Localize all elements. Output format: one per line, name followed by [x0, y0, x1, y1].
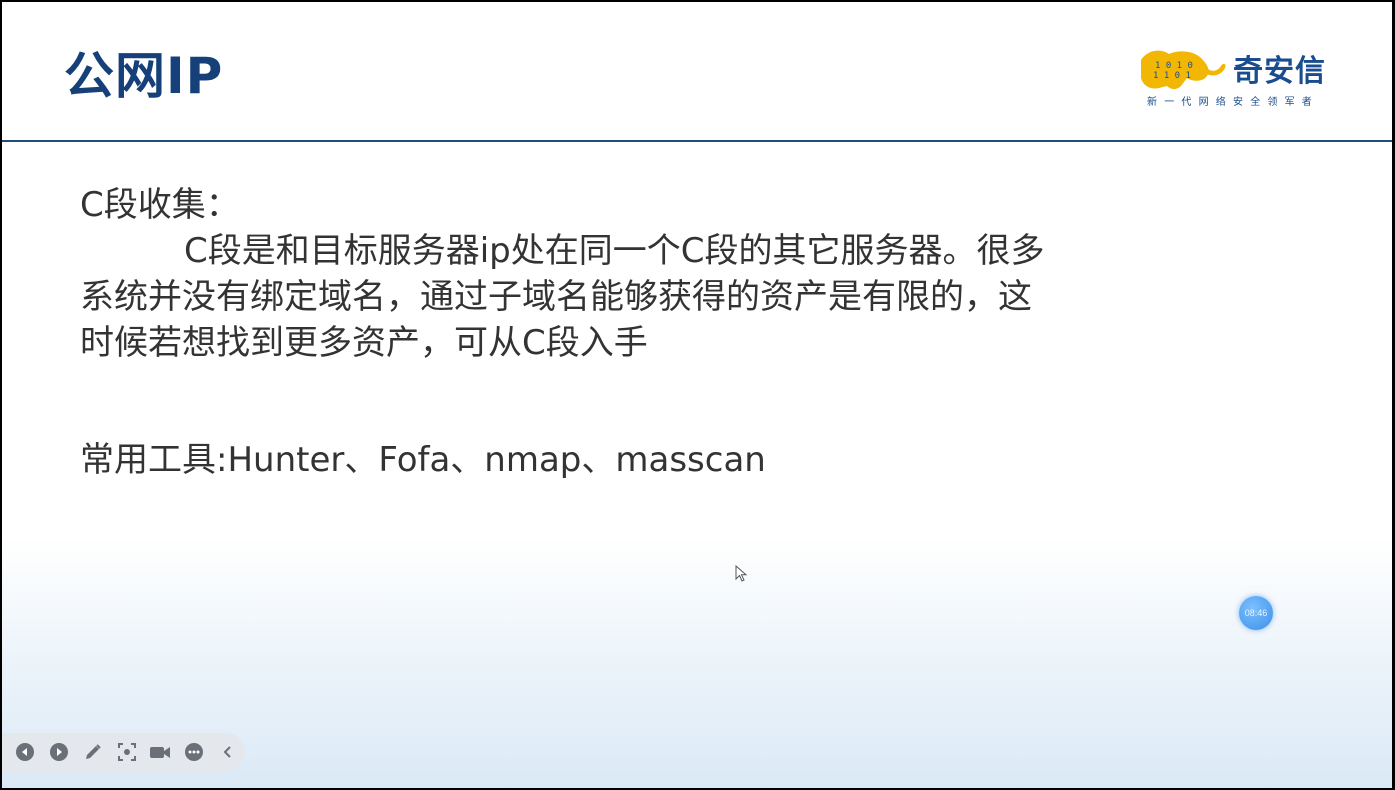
- camera-icon: [150, 747, 171, 758]
- play-icon: [49, 743, 68, 761]
- more-icon: [185, 743, 204, 761]
- paragraph-line: 时候若想找到更多资产，可从C段入手: [80, 323, 648, 363]
- svg-text:1 1 0 1: 1 1 0 1: [1153, 71, 1191, 81]
- pen-button[interactable]: [76, 735, 110, 769]
- section-heading: C段收集：: [80, 185, 240, 225]
- slide: 公网IP 1 0 1 0 1 1 0 1 奇安信 新一代网络安全领军者 C段收集…: [2, 2, 1392, 788]
- tiger-logo-icon: 1 0 1 0 1 1 0 1: [1141, 50, 1226, 89]
- screenshot-icon: [117, 743, 136, 761]
- prev-icon: [15, 743, 34, 761]
- tools-line: 常用工具:Hunter、Fofa、nmap、masscan: [80, 440, 766, 480]
- collapse-toolbar-button[interactable]: [211, 735, 245, 769]
- recording-timer[interactable]: 08:46: [1239, 596, 1273, 630]
- mouse-cursor-icon: [735, 565, 748, 582]
- paragraph-line: C段是和目标服务器ip处在同一个C段的其它服务器。很多: [184, 231, 1045, 271]
- more-button[interactable]: [177, 735, 211, 769]
- next-button[interactable]: [42, 735, 76, 769]
- prev-button[interactable]: [8, 735, 42, 769]
- slide-body: C段收集： C段是和目标服务器ip处在同一个C段的其它服务器。很多 系统并没有绑…: [80, 182, 1080, 366]
- presentation-toolbar: [2, 733, 245, 771]
- logo-slogan: 新一代网络安全领军者: [1147, 97, 1319, 108]
- chevron-left-icon: [223, 746, 231, 758]
- slide-header: 公网IP 1 0 1 0 1 1 0 1 奇安信 新一代网络安全领军者: [2, 2, 1392, 142]
- camera-button[interactable]: [143, 735, 177, 769]
- screenshot-button[interactable]: [110, 735, 144, 769]
- svg-text:1 0 1 0: 1 0 1 0: [1155, 61, 1193, 71]
- paragraph-line: 系统并没有绑定域名，通过子域名能够获得的资产是有限的，这: [80, 277, 1032, 317]
- pen-icon: [85, 744, 101, 759]
- logo-name: 奇安信: [1233, 54, 1326, 89]
- slide-title: 公网IP: [64, 47, 224, 105]
- qianxin-logo: 1 0 1 0 1 1 0 1 奇安信 新一代网络安全领军者: [1137, 46, 1352, 112]
